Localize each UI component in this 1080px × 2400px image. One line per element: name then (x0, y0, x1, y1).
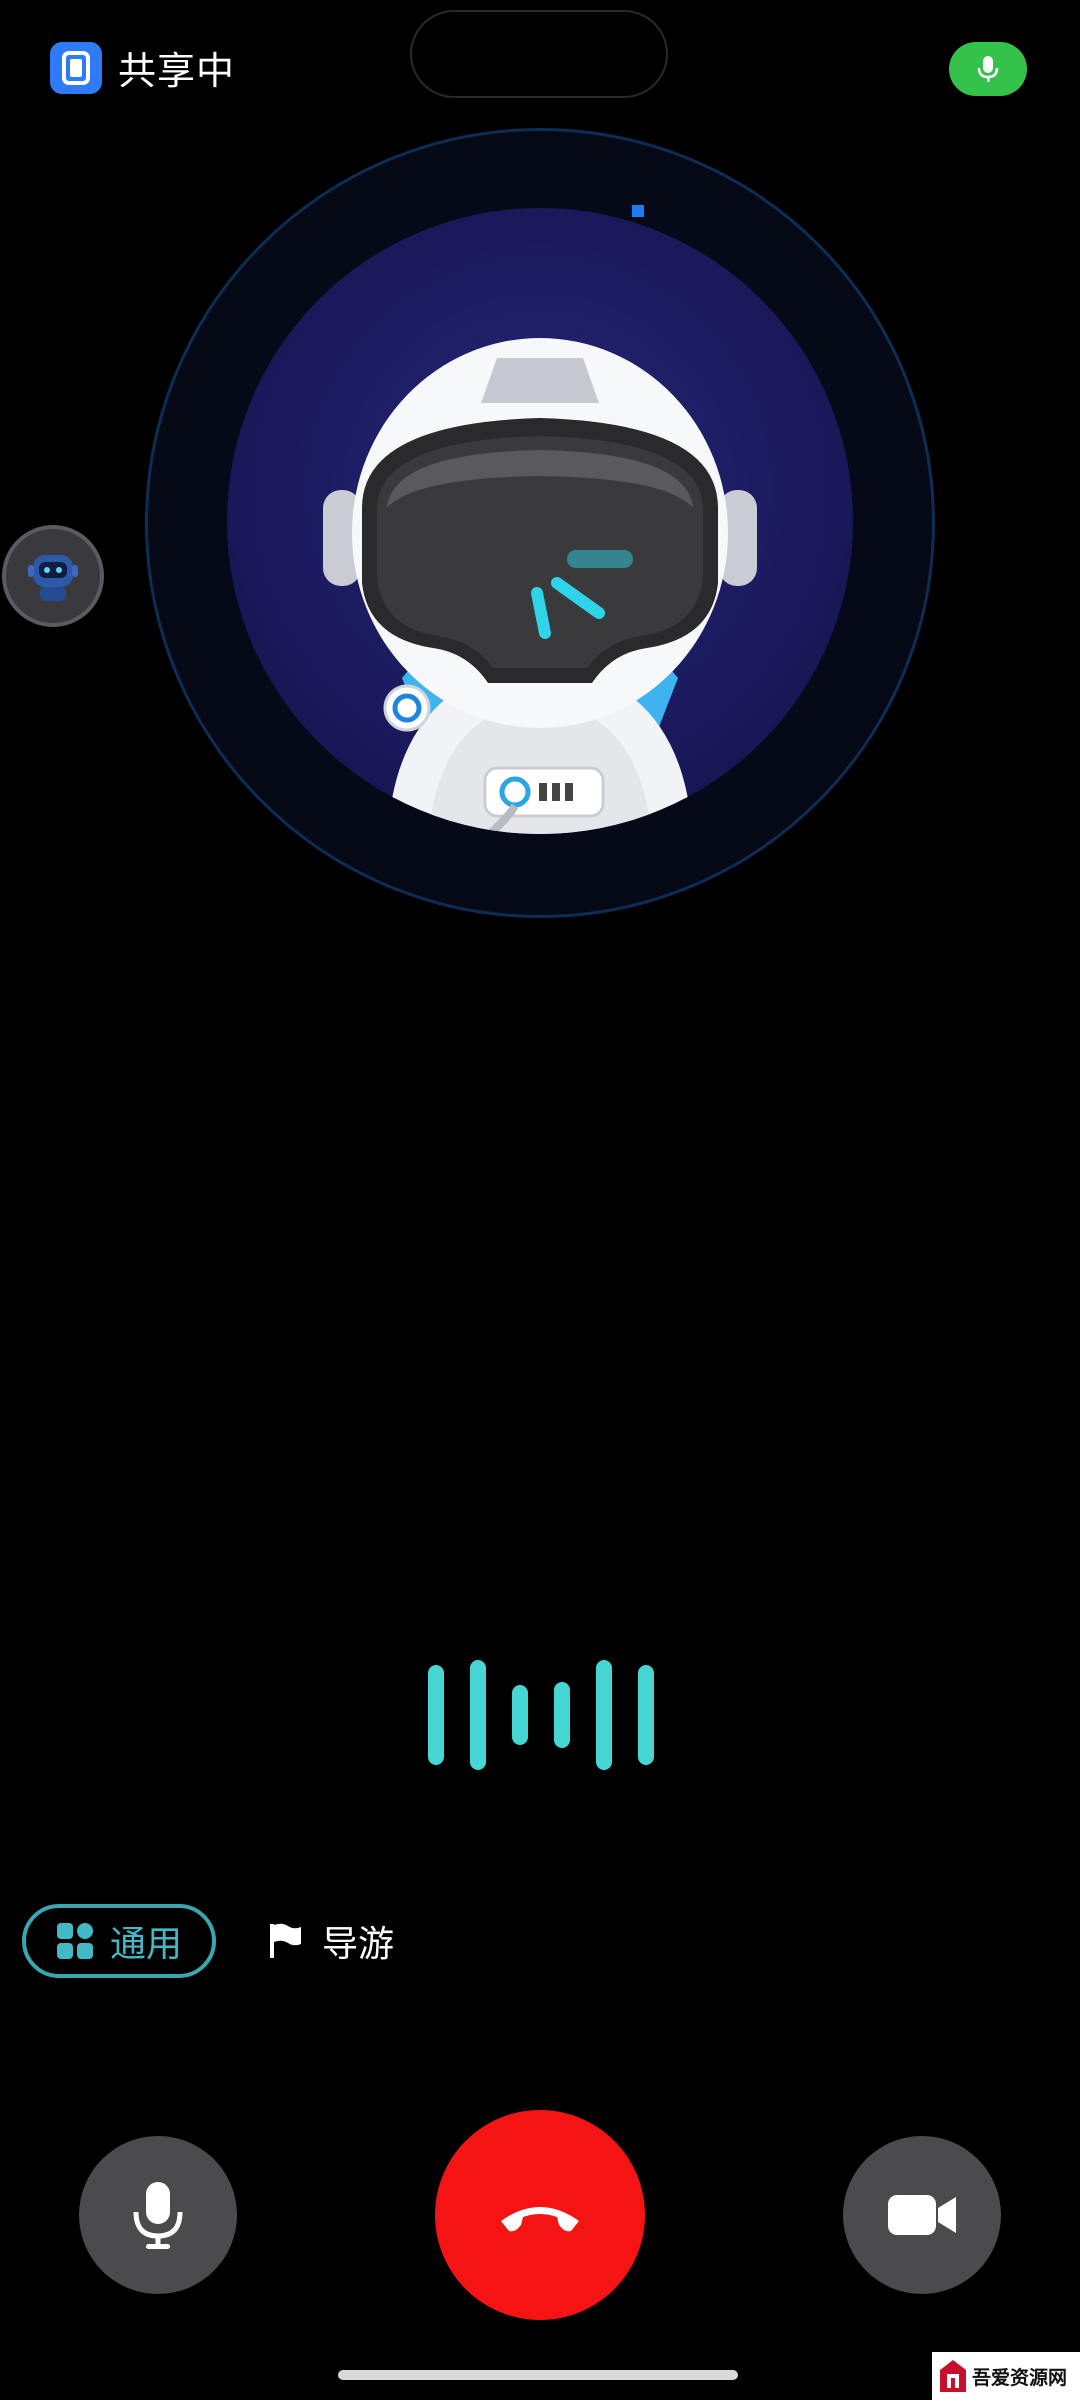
hang-up-button[interactable] (435, 2110, 645, 2320)
microphone-icon (133, 2182, 183, 2249)
site-watermark: 吾爱资源网 (932, 2352, 1080, 2400)
wave-bar (596, 1660, 612, 1770)
mini-robot-avatar (28, 555, 78, 601)
wave-bar (512, 1685, 528, 1745)
mode-chip-general-label: 通用 (109, 1924, 182, 1965)
camera-button[interactable] (843, 2136, 1001, 2294)
wave-bar (638, 1665, 654, 1765)
home-indicator[interactable] (338, 2370, 738, 2380)
mode-chip-guide[interactable]: 导游 (268, 1904, 394, 1978)
wave-bar (554, 1682, 570, 1748)
sharing-status-label: 共享中 (118, 49, 236, 93)
wave-bar (428, 1665, 444, 1765)
flag-icon (270, 1923, 301, 1958)
astronaut-robot-avatar (323, 338, 757, 834)
wave-bar (470, 1660, 486, 1770)
screen-share-icon (50, 41, 102, 94)
dynamic-island (410, 10, 668, 98)
assistant-avatar (227, 208, 853, 834)
voice-waveform (428, 1660, 658, 1770)
video-camera-icon (888, 2195, 956, 2235)
watermark-logo-icon (940, 2360, 966, 2392)
mic-active-indicator (949, 42, 1027, 96)
hang-up-phone-icon (501, 2207, 579, 2232)
mode-chip-guide-label: 导游 (322, 1924, 395, 1965)
voice-call-screen: 共享中 通用 导游 吾爱资源网 (0, 0, 1080, 2400)
microphone-icon (977, 56, 999, 82)
floating-assistant-button[interactable] (2, 525, 104, 627)
activity-dot (632, 205, 644, 217)
watermark-text: 吾爱资源网 (972, 2366, 1068, 2389)
microphone-button[interactable] (79, 2136, 237, 2294)
screen-sharing-indicator[interactable]: 共享中 (50, 40, 235, 95)
grid-icon (56, 1923, 93, 1959)
mode-chip-general[interactable]: 通用 (22, 1904, 216, 1978)
